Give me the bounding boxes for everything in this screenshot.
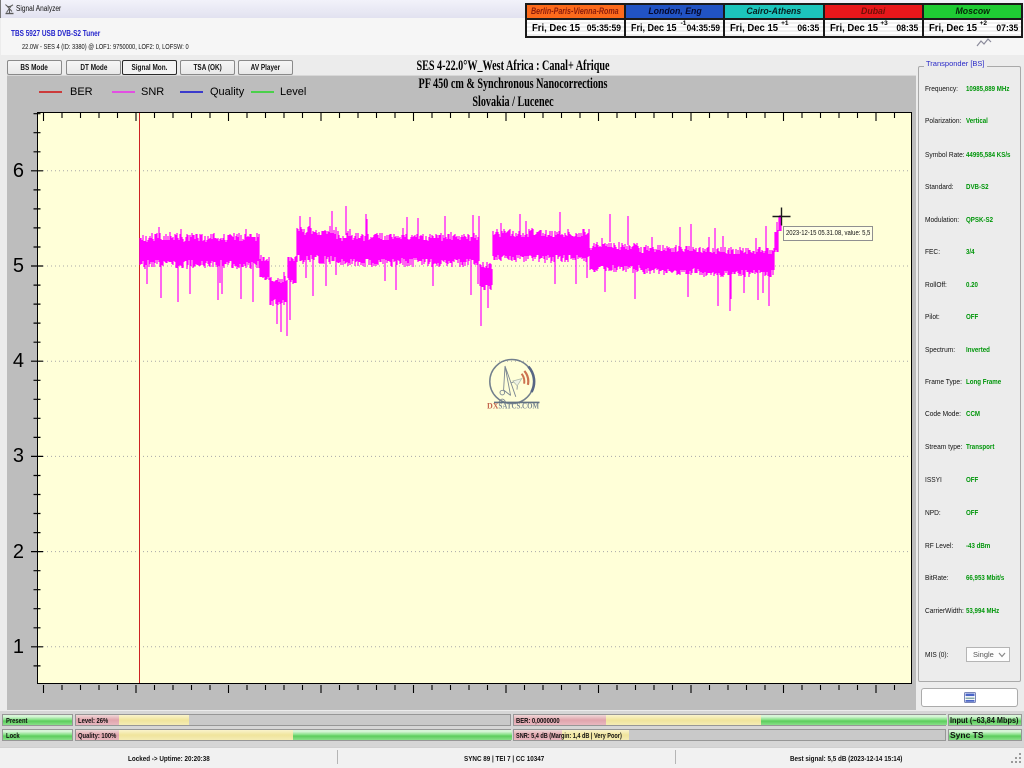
- svg-text:SATCS.COM: SATCS.COM: [499, 401, 540, 411]
- svg-text:DX: DX: [487, 401, 499, 411]
